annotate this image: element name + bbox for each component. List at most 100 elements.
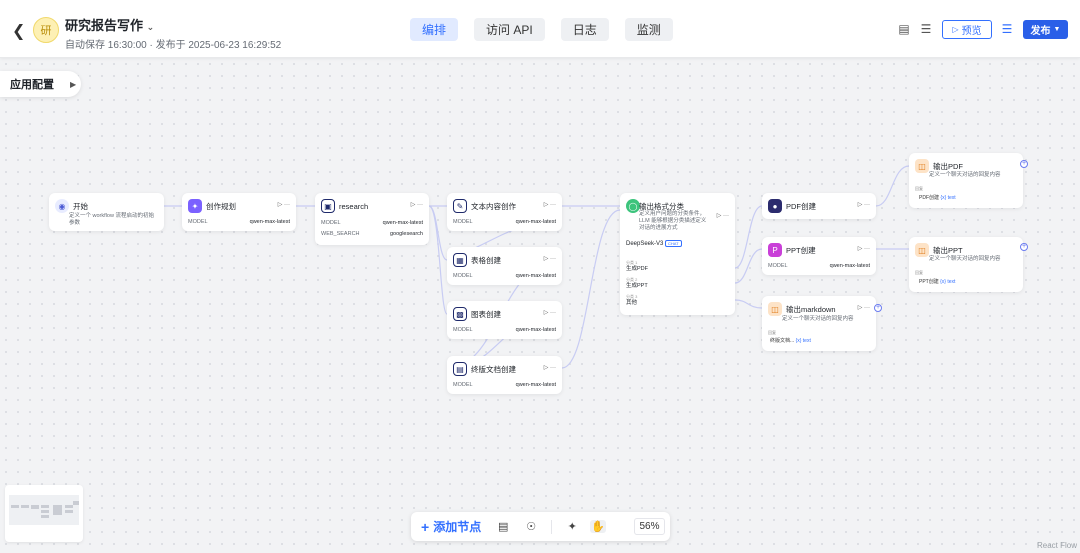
app-config-label: 应用配置 [10, 79, 54, 91]
app-config-button[interactable]: 应用配置 ▶ [0, 71, 81, 97]
chevron-down-icon[interactable]: ⌄ [147, 22, 155, 32]
node-table[interactable]: ▦ 表格创建 ▷ ··· MODEL qwen-max-latest [447, 247, 562, 285]
preview-label: 预览 [961, 26, 982, 37]
node-final-doc[interactable]: ▤ 终版文档创建 ▷ ··· MODEL qwen-max-latest [447, 356, 562, 394]
monitor-icon: ▣ [321, 199, 335, 213]
back-icon[interactable]: ❮ [12, 21, 25, 41]
add-connection-icon[interactable]: + [1020, 160, 1028, 168]
param-value: qwen-max-latest [515, 219, 556, 225]
publish-label: 发布 [1030, 26, 1051, 37]
output-label: 回复 [915, 270, 923, 275]
node-run-icon[interactable]: ▷ ··· [278, 201, 290, 208]
node-param-row: MODEL qwen-max-latest [453, 219, 556, 228]
robot-icon: ● [768, 199, 782, 213]
node-text[interactable]: ✎ 文本内容创作 ▷ ··· MODEL qwen-max-latest [447, 193, 562, 231]
minimap-node [21, 505, 29, 508]
comment-icon[interactable]: ▤ [495, 520, 511, 533]
node-desc: 定义一个聊天对话的回复内容 [929, 256, 1001, 262]
node-chart[interactable]: ▩ 图表创建 ▷ ··· MODEL qwen-max-latest [447, 301, 562, 339]
param-key: MODEL [188, 219, 208, 225]
param-key: MODEL [453, 273, 473, 279]
preview-button[interactable]: ▷ 预览 [942, 20, 992, 39]
node-plan[interactable]: ✦ 创作规划 ▷ ··· MODEL qwen-max-latest [182, 193, 296, 231]
chat-icon: ◫ [768, 302, 782, 316]
node-run-icon[interactable]: ▷ ··· [717, 212, 729, 219]
class-value: 其他 [626, 300, 638, 306]
node-classify[interactable]: ◯ 输出格式分类 ▷ ··· 定义用户问题的分类条件，LLM 能够根据分类描述定… [620, 193, 735, 315]
list-check-icon[interactable]: ☰ [919, 22, 933, 36]
node-desc: 定义用户问题的分类条件，LLM 能够根据分类描述定义对话的进展方式 [639, 211, 707, 231]
bar-chart-icon: ▩ [453, 307, 467, 321]
node-research[interactable]: ▣ research ▷ ··· MODEL qwen-max-latest WEB… [315, 193, 429, 245]
var-name: PDF创建 [919, 195, 940, 201]
tab-orchestrate[interactable]: 编排 [410, 18, 459, 41]
sparkle-icon: ✦ [188, 199, 202, 213]
node-param-row: MODEL qwen-max-latest [453, 327, 556, 336]
class-label: 分类 3 [626, 294, 638, 299]
node-run-icon[interactable]: ▷ ··· [858, 304, 870, 311]
node-run-icon[interactable]: ▷ ··· [411, 201, 423, 208]
node-title: 输出markdown [786, 304, 836, 314]
layout-icon[interactable]: ☉ [523, 520, 539, 533]
doc-icon: ✎ [453, 199, 467, 213]
node-title: research [339, 201, 369, 211]
zoom-level[interactable]: 56% [634, 518, 665, 535]
minimap[interactable] [5, 485, 83, 542]
node-run-icon[interactable]: ▷ ··· [544, 201, 556, 208]
save-status: 自动保存 16:30:00 · 发布于 2025-06-23 16:29:52 [65, 40, 282, 51]
minimap-node [31, 505, 39, 509]
param-key: MODEL [453, 382, 473, 388]
add-node-label: 添加节点 [433, 520, 482, 534]
chat-icon: ◫ [915, 243, 929, 257]
node-run-icon[interactable]: ▷ ··· [858, 201, 870, 208]
class-list: 分类 1 生成PDF 分类 2 生成PPT 分类 3 其他 [626, 259, 648, 307]
toolbar-divider [551, 519, 553, 534]
node-output-pdf[interactable]: ◫ 输出PDF 定义一个聊天对话的回复内容 回复 PDF创建 {x} text [909, 153, 1023, 208]
history-icon[interactable]: ☰ [1000, 22, 1014, 36]
var-type: {x} text [940, 279, 956, 285]
canvas-toolbar: + 添加节点 ▤ ☉ ✦ ✋ [411, 512, 670, 541]
node-start[interactable]: ◉ 开始 定义一个 workflow 流程启动的初始参数 [49, 193, 164, 231]
node-desc: 定义一个聊天对话的回复内容 [782, 316, 854, 322]
app-title[interactable]: 研究报告写作 ⌄ [65, 15, 154, 34]
tab-monitor[interactable]: 监测 [624, 18, 673, 41]
tab-api[interactable]: 访问 API [474, 18, 545, 41]
node-run-icon[interactable]: ▷ ··· [544, 364, 556, 371]
ppt-icon: P [768, 243, 782, 257]
publish-button[interactable]: 发布 ▼ [1023, 20, 1068, 39]
react-flow-attribution[interactable]: React Flow [1037, 541, 1077, 550]
hand-icon[interactable]: ✋ [590, 520, 607, 533]
add-connection-icon[interactable]: + [874, 304, 882, 312]
node-title: 开始 [73, 201, 88, 211]
node-run-icon[interactable]: ▷ ··· [544, 309, 556, 316]
model-name: DeepSeek-V3 [626, 241, 664, 247]
param-value: qwen-max-latest [382, 220, 423, 226]
param-value: qwen-max-latest [515, 273, 556, 279]
node-ppt[interactable]: P PPT创建 ▷ ··· MODEL qwen-max-latest [762, 237, 876, 275]
node-run-icon[interactable]: ▷ ··· [544, 255, 556, 262]
avatar-text: 研 [40, 25, 52, 37]
node-title: PDF创建 [786, 201, 816, 211]
param-value: qwen-max-latest [249, 219, 290, 225]
chat-icon: ◫ [915, 159, 929, 173]
node-output-markdown[interactable]: ◫ 输出markdown ▷ ··· 定义一个聊天对话的回复内容 回复 终版文档.… [762, 296, 876, 351]
node-pdf[interactable]: ● PDF创建 ▷ ··· [762, 193, 876, 219]
output-label: 回复 [768, 330, 776, 335]
model-label: DeepSeek-V3 CHAT [626, 240, 682, 247]
minimap-node [53, 505, 62, 515]
node-output-ppt[interactable]: ◫ 输出PPT 定义一个聊天对话的回复内容 回复 PPT创建 {x} text [909, 237, 1023, 292]
tab-logs[interactable]: 日志 [560, 18, 609, 41]
add-node-button[interactable]: + 添加节点 [421, 518, 481, 535]
var-type: {x} text [940, 195, 956, 201]
output-var: PPT创建 {x} text [919, 278, 955, 285]
node-param-row: MODEL qwen-max-latest [453, 382, 556, 391]
add-connection-icon[interactable]: + [1020, 243, 1028, 251]
node-title: 创作规划 [206, 201, 236, 211]
document-icon: ▤ [453, 362, 467, 376]
class-value: 生成PPT [626, 283, 648, 289]
pointer-icon[interactable]: ✦ [564, 520, 580, 533]
node-run-icon[interactable]: ▷ ··· [858, 245, 870, 252]
node-desc: 定义一个 workflow 流程启动的初始参数 [69, 213, 154, 226]
document-icon[interactable]: ▤ [897, 22, 911, 36]
minimap-node [11, 505, 19, 508]
